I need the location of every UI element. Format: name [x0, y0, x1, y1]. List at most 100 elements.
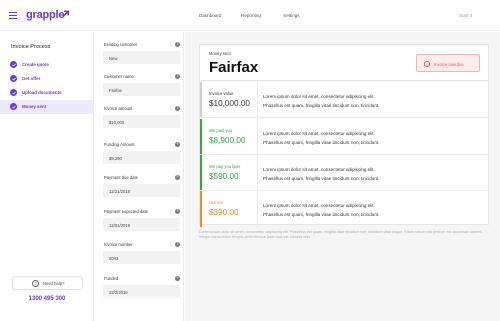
info-icon[interactable]: ? [175, 174, 180, 180]
info-icon[interactable]: ? [175, 73, 180, 79]
existing-customer-input[interactable]: New [103, 51, 180, 64]
question-icon: ? [32, 280, 39, 287]
row-description-line: Lorem ipsum dolor sit amet, consectetur … [263, 94, 375, 99]
payment-expected-date-input[interactable]: 12/01/2019 [103, 218, 180, 231]
check-icon [10, 89, 17, 96]
arrow-up-right-icon [62, 10, 70, 18]
step-money-sent[interactable]: Money sent [0, 100, 93, 114]
help-button[interactable]: ? Need help? [12, 276, 83, 290]
invoice-amount-input[interactable]: $10,000 [103, 115, 180, 128]
row-value: $10,000.00 [209, 99, 250, 108]
sidebar-title: Invoice Process [11, 44, 51, 50]
invoice-overdue-badge[interactable]: ! Invoice overdue [416, 54, 480, 72]
summary-card: Money sent Fairfax ! Invoice overdue Inv… [199, 44, 489, 227]
row-label: We paid you [209, 128, 233, 133]
row-description-line: Phasellus est quam, fringilla vitae tinc… [263, 103, 380, 108]
field-value: 12/01/2019 [109, 222, 130, 228]
row-description: Lorem ipsum dolor sit amet, consectetur … [263, 92, 483, 110]
field-label: Payment expected date [104, 209, 148, 214]
invoice-form: Existing customer ? New Customer name ? … [95, 32, 184, 321]
funded-input[interactable]: 22/2/2019 [103, 285, 180, 298]
divider [257, 119, 258, 154]
field-label: Invoice number [104, 242, 133, 247]
step-label: Upload documents [22, 90, 62, 95]
step-label: Get offer [22, 76, 41, 81]
row-description-line: Lorem ipsum dolor sit amet, consectetur … [263, 131, 375, 136]
row-our-fee: Our fee $390.00 Lorem ipsum dolor sit am… [200, 191, 488, 227]
start-link[interactable]: Start it [459, 13, 472, 18]
info-icon[interactable]: ? [175, 241, 180, 247]
info-icon[interactable]: ? [175, 208, 180, 214]
step-create-quote[interactable]: Create quote [0, 58, 93, 72]
row-value: $590.00 [209, 172, 239, 181]
field-label: Existing customer [104, 42, 138, 47]
payment-due-date-input[interactable]: 12/21/2018 [103, 184, 180, 197]
row-label: Our fee [209, 200, 223, 205]
check-icon [10, 75, 17, 82]
row-we-pay-you-later: We pay you later $590.00 Lorem ipsum dol… [200, 155, 488, 191]
row-accent [200, 155, 202, 190]
field-value: Fairfax [109, 87, 122, 93]
field-value: $10,000 [109, 119, 125, 125]
field-value: 22/2/2019 [109, 289, 128, 295]
info-icon[interactable]: ? [175, 41, 180, 47]
check-icon [10, 61, 17, 68]
row-we-paid-you: We paid you $8,900.00 Lorem ipsum dolor … [200, 119, 488, 155]
field-label: Funding Amount [104, 142, 135, 147]
row-accent [200, 191, 202, 227]
overdue-label: Invoice overdue [434, 62, 464, 67]
row-value: $8,900.00 [209, 136, 246, 145]
row-description: Lorem ipsum dolor sit amet, consectetur … [263, 165, 483, 183]
step-upload-documents[interactable]: Upload documents [0, 86, 93, 100]
info-icon[interactable]: ? [175, 105, 180, 111]
row-description-line: Lorem ipsum dolor sit amet, consectetur … [263, 203, 375, 208]
field-value: 0043 [109, 255, 119, 261]
field-value: 12/21/2018 [109, 188, 130, 194]
row-value: $390.00 [209, 208, 239, 217]
phone-number[interactable]: 1300 495 300 [0, 296, 94, 302]
field-label: Payment due date [104, 175, 138, 180]
help-label: Need help? [43, 281, 65, 286]
field-label: Funded [104, 276, 119, 281]
row-description-line: Phasellus est quam, fringilla vitae tinc… [263, 140, 380, 145]
row-label: Invoice value [209, 91, 234, 96]
funding-amount-input[interactable]: $9,290 [103, 151, 180, 164]
step-label: Money sent [22, 104, 47, 109]
sidebar: Invoice Process Create quote Get offer U… [0, 32, 94, 321]
info-icon[interactable]: ? [175, 141, 180, 147]
info-icon[interactable]: ? [175, 275, 180, 281]
divider [257, 155, 258, 190]
row-accent [200, 82, 202, 117]
card-header: Money sent Fairfax ! Invoice overdue [200, 45, 488, 81]
invoice-number-input[interactable]: 0043 [103, 251, 180, 264]
field-label: Customer name [104, 74, 134, 79]
field-value: New [109, 55, 118, 61]
check-icon [10, 103, 17, 110]
divider [257, 191, 258, 227]
row-description-line: Phasellus est quam, fringilla vitae tinc… [263, 176, 380, 181]
step-label: Create quote [22, 62, 49, 67]
field-label: Invoice amount [104, 106, 133, 111]
logo[interactable]: grapple [26, 9, 65, 21]
field-value: $9,290 [109, 155, 122, 161]
row-accent [200, 119, 202, 154]
divider [257, 82, 258, 117]
customer-name-input[interactable]: Fairfax [103, 83, 180, 96]
step-get-offer[interactable]: Get offer [0, 72, 93, 86]
row-description-line: Lorem ipsum dolor sit amet, consectetur … [263, 167, 375, 172]
main-panel: Money sent Fairfax ! Invoice overdue Inv… [185, 32, 500, 321]
footnote: Lorem ipsum dolor sit amet, consectetur … [199, 230, 483, 239]
nav-settings[interactable]: Settings [283, 13, 300, 18]
row-description: Lorem ipsum dolor sit amet, consectetur … [263, 201, 483, 219]
menu-icon[interactable] [9, 12, 17, 19]
row-description: Lorem ipsum dolor sit amet, consectetur … [263, 129, 483, 147]
nav-dashboard[interactable]: Dashboard [199, 13, 221, 18]
alert-icon: ! [424, 61, 430, 67]
company-name: Fairfax [209, 59, 259, 76]
top-bar: grapple Dashboard Reporting Settings Sta… [0, 0, 500, 31]
row-invoice-value: Invoice value $10,000.00 Lorem ipsum dol… [200, 82, 488, 118]
row-label: We pay you later [209, 164, 241, 169]
row-description-line: Phasellus est quam, fringilla vitae tinc… [263, 212, 380, 217]
nav-reporting[interactable]: Reporting [241, 13, 261, 18]
status-label: Money sent [209, 51, 231, 56]
